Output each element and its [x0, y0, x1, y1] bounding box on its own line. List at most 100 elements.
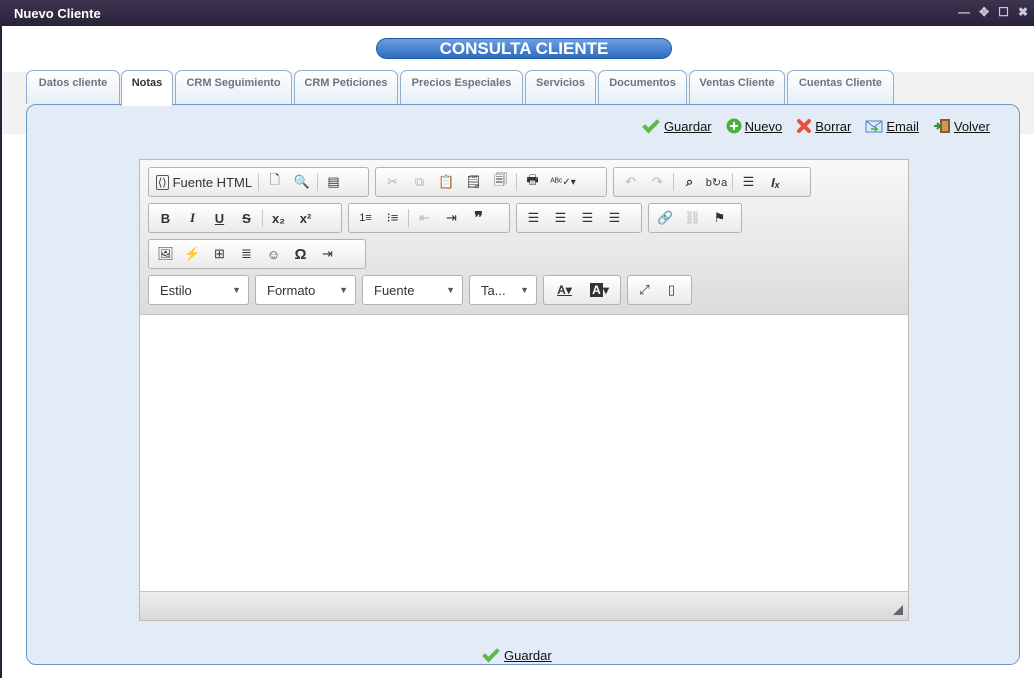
tab-servicios[interactable]: Servicios: [525, 70, 596, 104]
resize-handle-icon[interactable]: [893, 605, 903, 615]
align-left-icon[interactable]: ☰: [520, 206, 547, 230]
editor-content-area[interactable]: [140, 315, 908, 591]
align-center-icon[interactable]: ☰: [547, 206, 574, 230]
minimize-icon[interactable]: —: [958, 5, 970, 19]
notes-panel: Guardar Nuevo Borrar Email Volver ⟨⟩ Fue…: [26, 104, 1020, 665]
chevron-down-icon: ▼: [339, 285, 348, 295]
underline-icon[interactable]: U: [206, 206, 233, 230]
replace-icon[interactable]: b↻a: [703, 170, 730, 194]
align-justify-icon[interactable]: ☰: [601, 206, 628, 230]
select-all-icon[interactable]: ☰: [735, 170, 762, 194]
move-icon[interactable]: ✥: [979, 5, 989, 19]
format-combo[interactable]: Formato ▼: [255, 275, 356, 305]
checkmark-icon: [642, 115, 660, 133]
indent-icon[interactable]: ⇥: [438, 206, 465, 230]
special-char-icon[interactable]: Ω: [287, 242, 314, 266]
tab-crm-peticiones[interactable]: CRM Peticiones: [294, 70, 398, 104]
paste-icon[interactable]: 📋: [433, 170, 460, 194]
horizontal-rule-icon[interactable]: ≣: [233, 242, 260, 266]
separator: [258, 173, 260, 191]
undo-icon[interactable]: ↶: [617, 170, 644, 194]
cut-icon[interactable]: ✂: [379, 170, 406, 194]
separator: [732, 173, 733, 191]
spellcheck-icon[interactable]: ᴬᴮᶜ✓▾: [546, 170, 580, 194]
checkmark-icon: [482, 644, 500, 663]
anchor-flag-icon[interactable]: ⚑: [706, 206, 733, 230]
outdent-icon[interactable]: ⇤: [411, 206, 438, 230]
close-icon[interactable]: ✖: [1018, 5, 1028, 19]
save-bottom-label: Guardar: [504, 648, 552, 663]
paste-word-icon[interactable]: 🗐: [487, 170, 514, 194]
delete-label: Borrar: [815, 118, 852, 134]
blockquote-icon[interactable]: ❞: [465, 206, 492, 230]
show-blocks-icon[interactable]: ▯: [658, 278, 685, 302]
paste-text-icon[interactable]: 🗒: [460, 170, 487, 194]
unlink-icon[interactable]: ⛓: [679, 206, 706, 230]
numbered-list-icon[interactable]: 1≡: [352, 206, 379, 230]
back-label: Volver: [953, 118, 990, 134]
font-combo-label: Fuente: [374, 282, 415, 298]
remove-format-icon[interactable]: Iₓ: [762, 170, 789, 194]
superscript-icon[interactable]: x²: [292, 206, 319, 230]
tab-crm-seguimiento[interactable]: CRM Seguimiento: [175, 70, 292, 104]
size-combo[interactable]: Ta... ▼: [469, 275, 537, 305]
page-break-icon[interactable]: ⇥: [314, 242, 341, 266]
save-button[interactable]: Guardar: [642, 115, 712, 134]
tab-documentos[interactable]: Documentos: [598, 70, 687, 104]
save-button-bottom[interactable]: Guardar: [482, 644, 552, 663]
basic-styles-group: B I U S x₂ x²: [148, 203, 342, 233]
window-controls: — ✥ ☐ ✖: [958, 5, 1028, 19]
insert-group: 🖼 ⚡ ⊞ ≣ ☺ Ω ⇥: [148, 239, 366, 269]
strikethrough-icon[interactable]: S: [233, 206, 260, 230]
italic-icon[interactable]: I: [179, 206, 206, 230]
delete-x-icon: [797, 119, 812, 133]
format-combo-label: Formato: [267, 282, 316, 298]
chevron-down-icon: ▼: [232, 285, 241, 295]
new-page-icon[interactable]: 🗋: [261, 170, 288, 194]
preview-icon[interactable]: 🔍: [288, 170, 315, 194]
page-title: CONSULTA CLIENTE: [376, 38, 672, 59]
subscript-icon[interactable]: x₂: [265, 206, 292, 230]
smiley-icon[interactable]: ☺: [260, 242, 287, 266]
tab-datos-cliente[interactable]: Datos cliente: [26, 70, 120, 104]
chevron-down-icon: ▼: [520, 285, 529, 295]
font-combo[interactable]: Fuente ▼: [362, 275, 463, 305]
text-color-icon[interactable]: A▾: [547, 278, 582, 302]
bulleted-list-icon[interactable]: ⁝≡: [379, 206, 406, 230]
editor-toolbar: ⟨⟩ Fuente HTML 🗋 🔍 ▤ ✂ ⧉ 📋 🗒 🗐 🖶 ᴬᴮᶜ✓▾ ↶…: [140, 160, 908, 315]
background-color-icon[interactable]: A ▾: [582, 278, 617, 302]
email-icon: [865, 120, 883, 132]
links-group: 🔗 ⛓ ⚑: [648, 203, 742, 233]
new-label: Nuevo: [744, 118, 783, 134]
colors-group: A▾ A ▾: [543, 275, 621, 305]
separator: [262, 209, 263, 227]
redo-icon[interactable]: ↷: [644, 170, 671, 194]
bold-icon[interactable]: B: [152, 206, 179, 230]
align-right-icon[interactable]: ☰: [574, 206, 601, 230]
delete-button[interactable]: Borrar: [796, 118, 851, 134]
find-icon[interactable]: ⌕: [676, 170, 703, 194]
table-icon[interactable]: ⊞: [206, 242, 233, 266]
copy-icon[interactable]: ⧉: [406, 170, 433, 194]
tab-ventas-cliente[interactable]: Ventas Cliente: [689, 70, 785, 104]
tab-cuentas-cliente[interactable]: Cuentas Cliente: [787, 70, 894, 104]
templates-icon[interactable]: ▤: [320, 170, 347, 194]
email-button[interactable]: Email: [865, 118, 919, 134]
tools-group: ⤢ ▯: [627, 275, 692, 305]
separator: [673, 173, 674, 191]
style-combo[interactable]: Estilo ▼: [148, 275, 249, 305]
flash-icon[interactable]: ⚡: [179, 242, 206, 266]
link-icon[interactable]: 🔗: [652, 206, 679, 230]
maximize-icon[interactable]: ☐: [998, 5, 1009, 19]
source-html-button[interactable]: ⟨⟩ Fuente HTML: [152, 170, 256, 194]
print-icon[interactable]: 🖶: [519, 170, 546, 194]
chevron-down-icon: ▼: [446, 285, 455, 295]
maximize-icon[interactable]: ⤢: [631, 278, 658, 302]
new-button[interactable]: Nuevo: [726, 118, 783, 134]
email-label: Email: [886, 118, 919, 134]
separator: [516, 173, 517, 191]
tab-notas[interactable]: Notas: [121, 70, 173, 106]
image-icon[interactable]: 🖼: [152, 242, 179, 266]
tab-precios-especiales[interactable]: Precios Especiales: [400, 70, 523, 104]
back-button[interactable]: Volver: [933, 118, 990, 134]
